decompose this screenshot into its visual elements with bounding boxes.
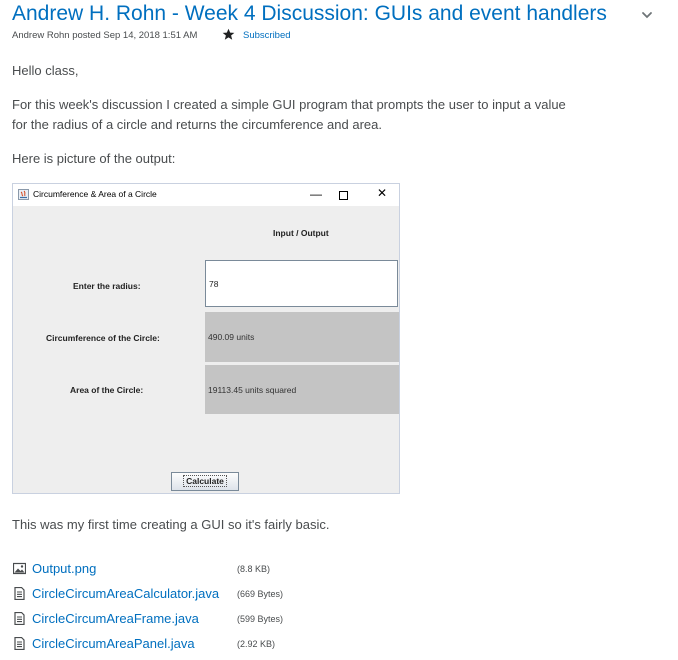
io-label: Input / Output	[273, 228, 329, 238]
java-app-icon	[18, 189, 29, 200]
attachments-list: Output.png (8.8 KB) CircleCircumAreaCalc…	[13, 560, 613, 660]
picture-intro-text: Here is picture of the output:	[12, 151, 176, 166]
attachment-size: (599 Bytes)	[237, 614, 284, 624]
minimize-icon[interactable]: —	[309, 187, 323, 203]
area-output: 19113.45 units squared	[205, 365, 399, 414]
attachment-size: (669 Bytes)	[237, 589, 284, 599]
attachment-size: (2.92 KB)	[237, 639, 276, 649]
attachment-link[interactable]: CircleCircumAreaCalculator.java	[32, 585, 219, 603]
area-label: Area of the Circle:	[70, 385, 144, 395]
window-titlebar: Circumference & Area of a Circle — ✕	[13, 184, 399, 206]
circumference-label: Circumference of the Circle:	[46, 333, 160, 343]
attachment-link[interactable]: CircleCircumAreaPanel.java	[32, 635, 195, 653]
radius-input: 78	[205, 260, 398, 307]
calculate-button-label: Calculate	[183, 475, 227, 487]
chevron-down-icon[interactable]	[640, 8, 654, 22]
post-meta: Andrew Rohn posted Sep 14, 2018 1:51 AM	[12, 30, 198, 41]
calculate-button: Calculate	[171, 472, 239, 491]
star-icon[interactable]	[222, 28, 235, 41]
subscribed-link[interactable]: Subscribed	[243, 29, 291, 42]
intro-paragraph: For this week's discussion I created a s…	[12, 97, 566, 132]
output-screenshot: Circumference & Area of a Circle — ✕ Inp…	[12, 183, 400, 494]
document-icon	[14, 637, 25, 650]
closing-text: This was my first time creating a GUI so…	[12, 517, 330, 532]
attachment-link[interactable]: Output.png	[32, 560, 96, 578]
window-title: Circumference & Area of a Circle	[33, 189, 157, 199]
document-icon	[14, 612, 25, 625]
attachment-size: (8.8 KB)	[237, 564, 271, 574]
document-icon	[14, 587, 25, 600]
circumference-output: 490.09 units	[205, 312, 399, 362]
close-icon[interactable]: ✕	[375, 186, 389, 202]
image-icon	[13, 562, 26, 575]
post-title: Andrew H. Rohn - Week 4 Discussion: GUIs…	[12, 2, 607, 25]
radius-label: Enter the radius:	[73, 281, 141, 291]
greeting-text: Hello class,	[12, 63, 79, 78]
maximize-icon[interactable]	[339, 191, 348, 200]
attachment-link[interactable]: CircleCircumAreaFrame.java	[32, 610, 199, 628]
